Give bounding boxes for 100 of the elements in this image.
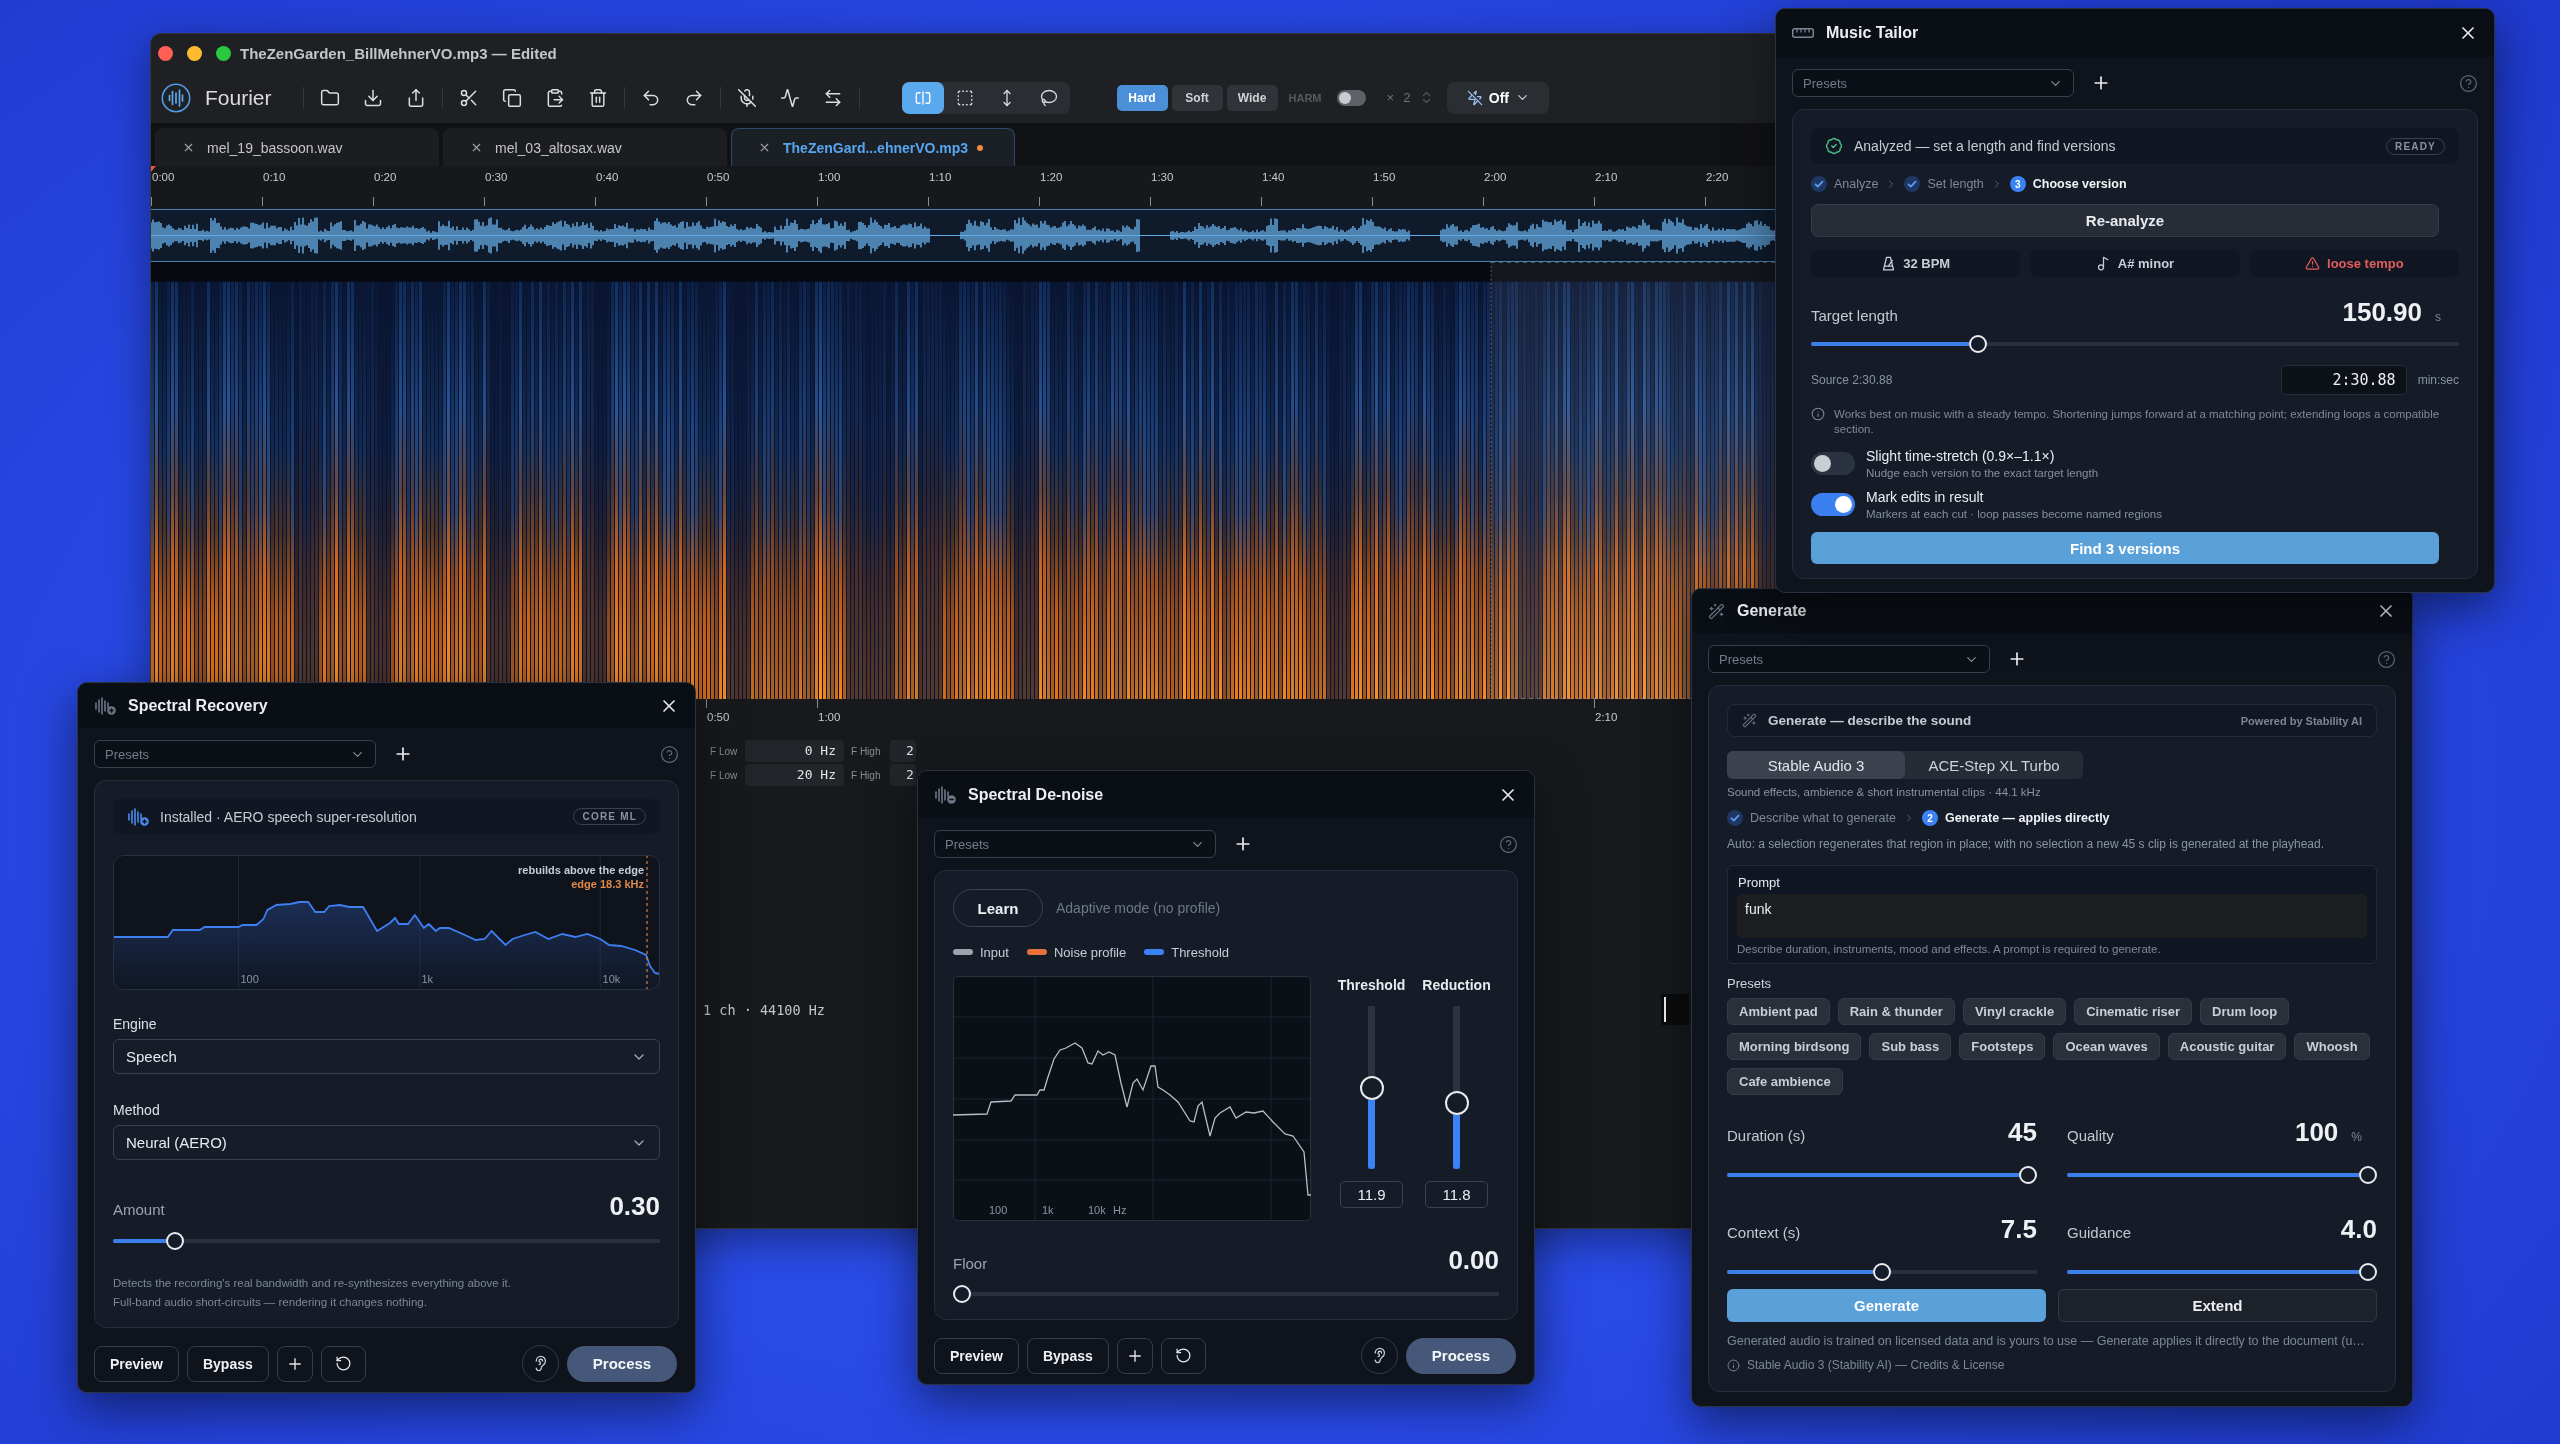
footer-button[interactable]: Bypass (186, 1345, 269, 1382)
model-tab[interactable]: Stable Audio 3 (1727, 751, 1905, 779)
preset-chip[interactable]: Cinematic riser (2074, 998, 2193, 1025)
option-subtitle: Nudge each version to the exact target length (1866, 467, 2099, 479)
value-field[interactable]: 20 Hz (745, 764, 844, 786)
folder-icon[interactable] (319, 87, 340, 108)
mic-off-icon[interactable] (736, 87, 757, 108)
preset-chip[interactable]: Ocean waves (2053, 1033, 2160, 1060)
value-field[interactable]: 11.8 (1425, 1181, 1488, 1208)
panel-title: Spectral De-noise (968, 785, 1105, 804)
preset-chip[interactable]: Sub bass (1869, 1033, 1952, 1060)
slider-thumb[interactable] (2359, 1166, 2377, 1184)
preset-chip[interactable]: Vinyl crackle (1962, 998, 2067, 1025)
presets-dropdown[interactable]: Presets (1708, 645, 1990, 673)
tab[interactable]: mel_03_altosax.wav (443, 128, 727, 166)
tab[interactable]: TheZenGard...ehnerVO.mp3 (731, 128, 1015, 166)
listen-button[interactable] (522, 1345, 559, 1382)
snap-button[interactable]: Off (1447, 81, 1550, 114)
value-field[interactable]: 2 (890, 740, 916, 762)
field-label: F Low (710, 745, 739, 757)
slider-thumb[interactable] (2019, 1166, 2037, 1184)
time-label: 0:40 (595, 171, 619, 183)
field-label: Context (s) (1727, 1224, 1801, 1241)
description-text: Detects the recording's real bandwidth and re-synthesizes everything above it. (113, 1276, 512, 1291)
help-icon[interactable] (1499, 834, 1518, 854)
value-readout: 7.5 (2000, 1214, 2037, 1245)
slider-thumb[interactable] (1968, 335, 1987, 353)
close-icon[interactable] (182, 141, 195, 154)
time-label: 2:10 (1594, 711, 1618, 723)
slider-thumb[interactable] (953, 1285, 971, 1303)
info-icon (1811, 407, 1825, 421)
preset-chip[interactable]: Acoustic guitar (2167, 1033, 2287, 1060)
input-field[interactable] (1661, 994, 1689, 1025)
preset-chip[interactable]: Morning birdsong (1727, 1033, 1862, 1060)
time-field[interactable]: 2:30.88 (2280, 365, 2407, 395)
process-button[interactable]: Process (1406, 1337, 1516, 1374)
close-icon[interactable] (470, 141, 483, 154)
preset-chip[interactable]: Ambient pad (1727, 998, 1830, 1025)
slider-thumb[interactable] (1873, 1263, 1891, 1281)
presets-dropdown[interactable]: Presets (934, 830, 1216, 858)
help-icon[interactable] (2459, 73, 2478, 93)
preset-chip[interactable]: Footsteps (1959, 1033, 2046, 1060)
preset-chip[interactable]: Drum loop (2200, 998, 2290, 1025)
slider-thumb[interactable] (165, 1232, 184, 1250)
copy-icon[interactable] (501, 87, 522, 108)
step-label: Set length (1927, 177, 1984, 191)
footer-button[interactable]: Bypass (1026, 1337, 1109, 1374)
credits-link[interactable]: Stable Audio 3 (Stability AI) — Credits & License (1747, 1358, 2005, 1372)
help-icon[interactable] (660, 744, 679, 764)
presets-dropdown[interactable]: Presets (1792, 69, 2074, 97)
trash-icon[interactable] (587, 87, 608, 108)
preset-chip[interactable]: Cafe ambience (1727, 1068, 1843, 1095)
mode-button[interactable]: Soft (1171, 84, 1223, 111)
listen-button[interactable] (1361, 1337, 1398, 1374)
toggle-switch[interactable] (1811, 452, 1855, 475)
disclaimer-text: Generated audio is trained on licensed data and is yours to use — Generate applies it directly to the document (u… (1727, 1334, 2366, 1348)
presets-dropdown[interactable]: Presets (94, 740, 376, 768)
footer-button[interactable]: Preview (94, 1345, 179, 1382)
field-label: Amount (113, 1201, 165, 1218)
slider-thumb[interactable] (1359, 1075, 1384, 1100)
step-label: Generate — applies directly (1944, 811, 2110, 825)
value-field[interactable]: 11.9 (1340, 1181, 1403, 1208)
close-window-icon[interactable] (158, 45, 173, 61)
prompt-field[interactable]: funk (1737, 894, 2367, 938)
preset-chip[interactable]: Whoosh (2294, 1033, 2370, 1060)
process-button[interactable]: Process (567, 1345, 677, 1382)
reset-button[interactable] (1160, 1337, 1206, 1374)
dashed-square-icon (955, 88, 974, 107)
model-tab[interactable]: ACE-Step XL Turbo (1905, 751, 2083, 779)
add-button[interactable] (276, 1345, 313, 1382)
extend-button[interactable]: Extend (2058, 1289, 2377, 1322)
scissors-icon[interactable] (458, 87, 479, 108)
download-icon[interactable] (362, 87, 383, 108)
close-icon[interactable] (758, 141, 771, 154)
axis-label: Hz (1113, 1204, 1127, 1216)
footer-button[interactable]: Preview (934, 1337, 1019, 1374)
reset-button[interactable] (320, 1345, 366, 1382)
info-icon (1727, 1358, 1740, 1372)
check-badge-icon (1825, 137, 1843, 155)
selection-tool-button[interactable] (901, 81, 944, 114)
status-text: Analyzed — set a length and find versions (1854, 138, 2117, 154)
slider-thumb[interactable] (2359, 1263, 2377, 1281)
mode-button[interactable]: Wide (1226, 84, 1278, 111)
method-dropdown[interactable]: Neural (AERO) (113, 1125, 660, 1160)
maximize-window-icon[interactable] (216, 45, 231, 61)
engine-dropdown[interactable]: Speech (113, 1039, 660, 1074)
help-icon[interactable] (2377, 649, 2396, 669)
tab[interactable]: mel_19_bassoon.wav (155, 128, 439, 166)
preset-chip[interactable]: Rain & thunder (1837, 998, 1955, 1025)
toggle-switch[interactable] (1811, 493, 1855, 516)
value-readout: 100 (2294, 1117, 2339, 1148)
slider-thumb[interactable] (1444, 1090, 1469, 1115)
minimize-window-icon[interactable] (187, 45, 202, 61)
pulse-icon[interactable] (779, 87, 800, 108)
value-field[interactable]: 2 (890, 764, 916, 786)
add-button[interactable] (1116, 1337, 1153, 1374)
field-label: F High (851, 769, 882, 781)
toggle-switch[interactable] (1336, 89, 1366, 106)
value-field[interactable]: 0 Hz (745, 740, 844, 762)
reanalyze-button[interactable]: Re-analyze (1811, 204, 2439, 237)
